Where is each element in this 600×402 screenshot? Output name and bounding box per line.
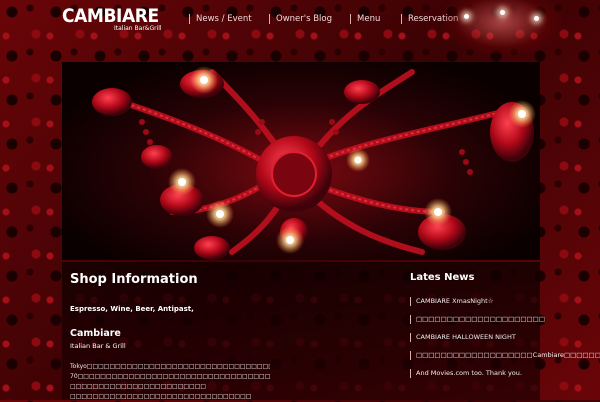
news-item[interactable]: And Movies.com too. Thank you. (410, 369, 538, 378)
hero-chandelier-image (62, 62, 540, 260)
bulb-light (464, 14, 469, 19)
news-item[interactable]: □□□□□□□□□□□□□□□□□□□Cambiare□□□□□□ (410, 351, 600, 360)
latest-news: Lates News CAMBIARE XmasNight☆ □□□□□□□□□… (410, 272, 600, 387)
logo-text: CAMBIARE (62, 5, 159, 27)
main-nav: News / Event Owner's Blog Menu Reservati… (189, 14, 468, 24)
shop-tagline: Espresso, Wine, Beer, Antipast, (70, 305, 194, 313)
description-line: □□□□□□□□□□□□□□□□□□□□□□□□□□□□□□□□ (70, 393, 252, 400)
news-item[interactable]: CAMBIARE HALLOWEEN NIGHT (410, 333, 538, 342)
news-list: CAMBIARE XmasNight☆ □□□□□□□□□□□□□□□□□□□□… (410, 297, 600, 378)
news-item[interactable]: CAMBIARE XmasNight☆ (410, 297, 538, 306)
nav-item-owners-blog[interactable]: Owner's Blog (269, 14, 350, 24)
news-item[interactable]: □□□□□□□□□□□□□□□□□□□□□ (410, 315, 545, 324)
shop-info-heading: Shop Information (70, 272, 198, 287)
description-line: Tokyo□□□□□□□□□□□□□□□□□□□□□□□□□□□□□□□□□□□… (70, 363, 270, 370)
logo[interactable]: CAMBIARE Italian Bar&Grill (62, 6, 169, 32)
chandelier-corner-image (442, 0, 562, 55)
chandelier-illustration (92, 66, 536, 260)
nav-item-menu[interactable]: Menu (350, 14, 401, 24)
nav-item-news-event[interactable]: News / Event (189, 14, 269, 24)
shop-name: Cambiare (70, 328, 121, 339)
content-panel: Shop Information Espresso, Wine, Beer, A… (62, 262, 600, 402)
news-heading: Lates News (410, 272, 475, 283)
shop-description: Tokyo□□□□□□□□□□□□□□□□□□□□□□□□□□□□□□□□□□□… (70, 362, 270, 402)
bulb-light (534, 16, 539, 21)
site-header: CAMBIARE Italian Bar&Grill News / Event … (0, 0, 600, 56)
shop-subtitle: Italian Bar & Grill (70, 342, 126, 350)
description-line: □□□□□□□□□□□□□□□□□□□□□□□□ (70, 383, 207, 390)
bulb-light (500, 10, 505, 15)
description-line: 70□□□□□□□□□□□□□□□□□□□□□□□□□□□□□□□□□□□□□□ (70, 373, 270, 380)
